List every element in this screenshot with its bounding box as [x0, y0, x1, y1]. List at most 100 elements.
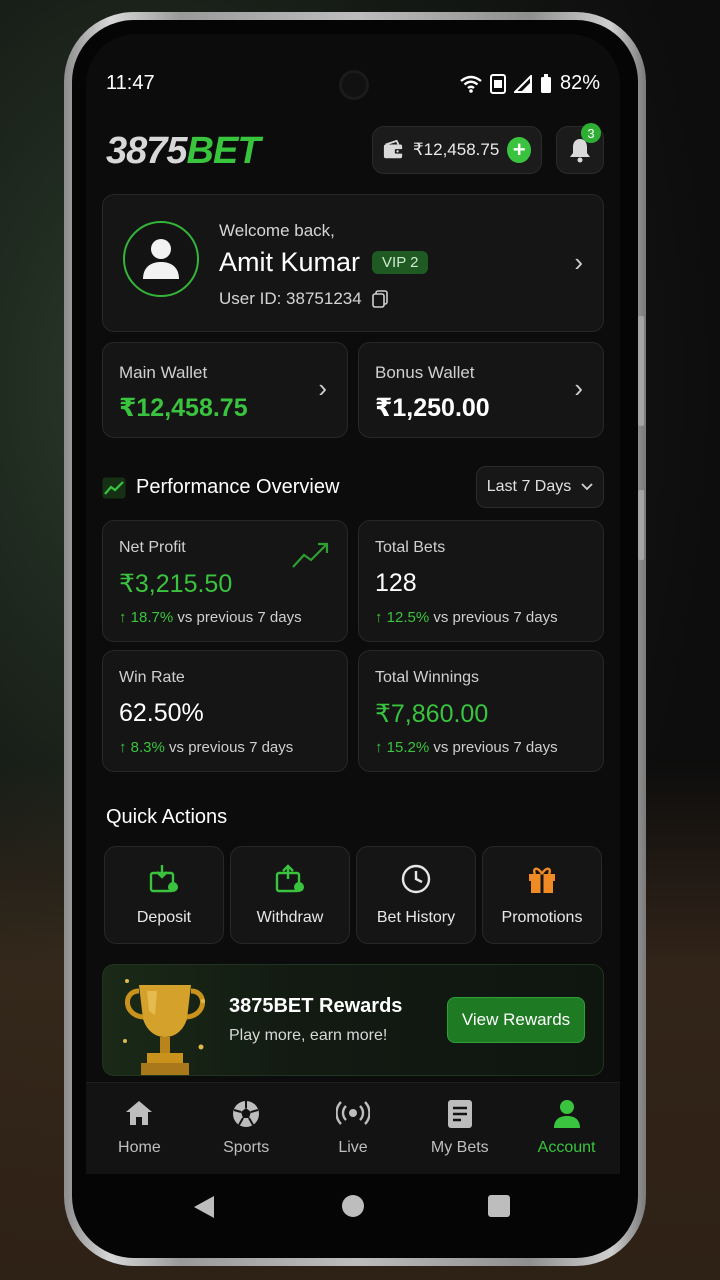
tab-account[interactable]: Account [513, 1083, 620, 1174]
tab-label: Home [118, 1139, 161, 1156]
tab-sports[interactable]: Sports [193, 1083, 300, 1174]
clock-icon [401, 864, 431, 894]
vip-badge: VIP 2 [372, 251, 429, 274]
brand-logo[interactable]: 3875BET [106, 130, 261, 173]
withdraw-button[interactable]: Withdraw [230, 846, 350, 944]
trophy-icon [123, 979, 205, 1075]
promotions-button[interactable]: Promotions [482, 846, 602, 944]
main-wallet-card[interactable]: Main Wallet ₹12,458.75 › [102, 342, 348, 438]
app-header: 3875BET ₹12,458.75 + 3 [102, 123, 604, 178]
volume-button [638, 316, 644, 426]
performance-title-row: Performance Overview [102, 476, 339, 499]
live-broadcast-icon [335, 1101, 370, 1125]
gift-icon [529, 867, 555, 893]
bet-history-button[interactable]: Bet History [356, 846, 476, 944]
tab-label: Sports [223, 1139, 270, 1156]
tab-home[interactable]: Home [86, 1083, 193, 1174]
bottom-tab-bar: Home Sports Live My Bets Account [86, 1082, 620, 1174]
date-range-dropdown[interactable]: Last 7 Days [476, 466, 604, 508]
deposit-icon [149, 865, 178, 893]
quick-actions-title: Quick Actions [106, 806, 228, 828]
status-bar: 11:47 82% [86, 62, 620, 102]
tab-live[interactable]: Live [300, 1083, 407, 1174]
chevron-down-icon [581, 483, 593, 491]
copy-icon[interactable] [371, 290, 388, 308]
main-wallet-value: ₹12,458.75 [119, 394, 248, 422]
stat-change: ↑ 18.7% vs previous 7 days [119, 609, 302, 626]
notification-badge: 3 [581, 123, 601, 143]
front-camera [339, 70, 369, 100]
stat-change: ↑ 12.5% vs previous 7 days [375, 609, 558, 626]
system-nav-bar [86, 1174, 620, 1240]
signal-icon [513, 74, 532, 93]
back-icon[interactable] [192, 1194, 216, 1220]
stat-value: ₹3,215.50 [119, 570, 233, 598]
battery-icon [540, 73, 551, 93]
trend-arrow-icon [292, 542, 329, 568]
wallet-balance-text: ₹12,458.75 [412, 140, 500, 159]
user-avatar-icon [143, 239, 179, 279]
view-rewards-button[interactable]: View Rewards [447, 997, 585, 1043]
stat-label: Total Bets [375, 539, 446, 556]
recents-icon[interactable] [487, 1194, 511, 1218]
chevron-right-icon: › [574, 373, 583, 403]
quick-action-label: Promotions [501, 909, 583, 926]
user-id: User ID: 38751234 [219, 289, 362, 308]
tab-my-bets[interactable]: My Bets [406, 1083, 513, 1174]
stat-total-winnings: Total Winnings ₹7,860.00 ↑ 15.2% vs prev… [358, 650, 604, 772]
withdraw-icon [275, 864, 304, 893]
wallet-icon [383, 139, 404, 159]
performance-header: Performance Overview Last 7 Days [102, 466, 604, 510]
home-icon [126, 1101, 153, 1125]
stat-label: Total Winnings [375, 669, 480, 686]
performance-title: Performance Overview [136, 476, 340, 498]
power-button [638, 490, 644, 560]
rewards-subtitle: Play more, earn more! [229, 1027, 388, 1044]
add-funds-icon[interactable]: + [507, 137, 531, 163]
stat-label: Win Rate [119, 669, 185, 686]
status-time: 11:47 [106, 72, 155, 94]
welcome-text: Welcome back, [219, 221, 335, 240]
bonus-wallet-label: Bonus Wallet [375, 363, 475, 382]
stat-value: ₹7,860.00 [375, 700, 489, 728]
wallet-balance-button[interactable]: ₹12,458.75 + [372, 126, 542, 174]
wifi-icon [460, 75, 482, 93]
bonus-wallet-value: ₹1,250.00 [375, 394, 490, 422]
user-name: Amit Kumar [219, 247, 361, 277]
notifications-button[interactable]: 3 [556, 123, 604, 174]
rewards-banner[interactable]: 3875BET Rewards Play more, earn more! Vi… [102, 964, 604, 1076]
user-icon [553, 1100, 580, 1128]
date-range-value: Last 7 Days [486, 478, 572, 495]
home-nav-icon[interactable] [341, 1194, 365, 1218]
trend-up-icon [102, 477, 126, 498]
rewards-title: 3875BET Rewards [229, 995, 403, 1017]
stat-net-profit: Net Profit ₹3,215.50 ↑ 18.7% vs previous… [102, 520, 348, 642]
chevron-right-icon: › [574, 247, 583, 277]
tab-label: Live [338, 1139, 368, 1156]
quick-action-label: Bet History [376, 909, 456, 926]
sim-icon [489, 73, 506, 94]
chevron-right-icon: › [318, 373, 327, 403]
phone-frame: 11:47 82% 3875BET ₹12,458.75 + 3 Welcome… [64, 12, 646, 1266]
stat-value: 128 [375, 569, 417, 597]
status-icons: 82% [460, 72, 600, 95]
bonus-wallet-card[interactable]: Bonus Wallet ₹1,250.00 › [358, 342, 604, 438]
stat-label: Net Profit [119, 539, 186, 556]
tab-label: My Bets [430, 1139, 489, 1156]
user-id-row: User ID: 38751234 [219, 289, 388, 309]
stat-win-rate: Win Rate 62.50% ↑ 8.3% vs previous 7 day… [102, 650, 348, 772]
soccer-ball-icon [233, 1101, 260, 1127]
quick-action-label: Withdraw [256, 909, 324, 926]
stat-change: ↑ 15.2% vs previous 7 days [375, 739, 558, 756]
profile-card[interactable]: Welcome back, Amit Kumar VIP 2 User ID: … [102, 194, 604, 332]
stat-value: 62.50% [119, 699, 204, 727]
main-wallet-label: Main Wallet [119, 363, 208, 382]
battery-percent: 82% [559, 72, 600, 94]
app-screen: 11:47 82% 3875BET ₹12,458.75 + 3 Welcome… [86, 34, 620, 1240]
user-name-row: Amit Kumar VIP 2 [219, 247, 429, 278]
tab-label: Account [537, 1139, 596, 1156]
stat-total-bets: Total Bets 128 ↑ 12.5% vs previous 7 day… [358, 520, 604, 642]
stat-change: ↑ 8.3% vs previous 7 days [119, 739, 294, 756]
deposit-button[interactable]: Deposit [104, 846, 224, 944]
betslip-icon [447, 1100, 472, 1128]
